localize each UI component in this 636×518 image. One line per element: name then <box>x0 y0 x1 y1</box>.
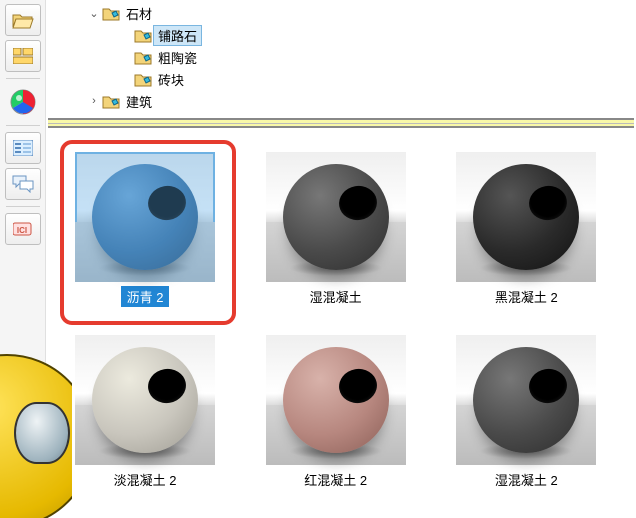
tree-label: 粗陶瓷 <box>154 48 201 67</box>
left-toolbar: ICI <box>0 0 46 518</box>
tree-node-paving[interactable]: 铺路石 <box>46 24 636 46</box>
expand-toggle[interactable]: ⌄ <box>86 5 102 21</box>
tree-node-architecture[interactable]: › 建筑 <box>46 90 636 112</box>
material-thumb[interactable]: 湿混凝土 <box>261 152 411 307</box>
folder-prism-icon <box>134 71 152 87</box>
library-panel: ⌄ 石材 铺路石 粗陶瓷 砖块 › <box>46 0 636 518</box>
folder-prism-icon <box>102 5 120 21</box>
material-preview <box>75 152 215 282</box>
material-ball-icon <box>283 347 389 453</box>
appearance-ball-button[interactable] <box>6 85 40 119</box>
material-caption: 沥青 2 <box>121 286 170 307</box>
folder-prism-icon <box>134 27 152 43</box>
tree-label: 铺路石 <box>154 26 201 45</box>
comments-button[interactable] <box>5 168 41 200</box>
expand-toggle[interactable]: › <box>86 93 102 109</box>
material-caption: 淡混凝土 2 <box>108 469 183 490</box>
material-preview <box>266 152 406 282</box>
properties-button[interactable] <box>5 132 41 164</box>
comments-icon <box>12 175 34 193</box>
layout-icon <box>13 48 33 64</box>
tree-label: 石材 <box>122 4 156 23</box>
toolbar-separator <box>6 125 40 126</box>
rgb-ball-icon <box>9 88 37 116</box>
material-ball-icon <box>92 347 198 453</box>
material-ball-icon <box>473 347 579 453</box>
tree-label: 砖块 <box>154 70 188 89</box>
open-folder-button[interactable] <box>5 4 41 36</box>
tag-icon: ICI <box>13 221 33 237</box>
material-thumb[interactable]: 黑混凝土 2 <box>451 152 601 307</box>
toolbar-separator <box>6 206 40 207</box>
tree-node-brick[interactable]: 砖块 <box>46 68 636 90</box>
material-ball-icon <box>283 164 389 270</box>
layout-panels-button[interactable] <box>5 40 41 72</box>
material-caption: 湿混凝土 2 <box>489 469 564 490</box>
material-grid-panel: 沥青 2 湿混凝土 黑混凝土 2 淡混凝土 2 红混凝土 2 湿混凝土 2 <box>48 128 634 518</box>
material-preview <box>75 335 215 465</box>
tree-node-stone[interactable]: ⌄ 石材 <box>46 2 636 24</box>
material-caption: 湿混凝土 <box>304 286 368 307</box>
tree-label: 建筑 <box>122 92 156 111</box>
folder-prism-icon <box>102 93 120 109</box>
material-caption: 黑混凝土 2 <box>489 286 564 307</box>
category-tree[interactable]: ⌄ 石材 铺路石 粗陶瓷 砖块 › <box>46 0 636 118</box>
splitter-bar[interactable] <box>48 118 634 128</box>
material-caption: 红混凝土 2 <box>298 469 373 490</box>
properties-icon <box>13 140 33 156</box>
material-preview <box>456 152 596 282</box>
material-thumb[interactable]: 沥青 2 <box>70 152 220 307</box>
material-ball-icon <box>473 164 579 270</box>
tree-node-ceramic[interactable]: 粗陶瓷 <box>46 46 636 68</box>
folder-open-icon <box>12 11 34 29</box>
toolbar-separator <box>6 78 40 79</box>
material-thumb[interactable]: 红混凝土 2 <box>261 335 411 490</box>
material-preview <box>456 335 596 465</box>
material-preview <box>266 335 406 465</box>
misc-button[interactable]: ICI <box>5 213 41 245</box>
material-thumb[interactable]: 湿混凝土 2 <box>451 335 601 490</box>
material-ball-icon <box>92 164 198 270</box>
folder-prism-icon <box>134 49 152 65</box>
svg-text:ICI: ICI <box>16 226 26 235</box>
material-thumb[interactable]: 淡混凝土 2 <box>70 335 220 490</box>
